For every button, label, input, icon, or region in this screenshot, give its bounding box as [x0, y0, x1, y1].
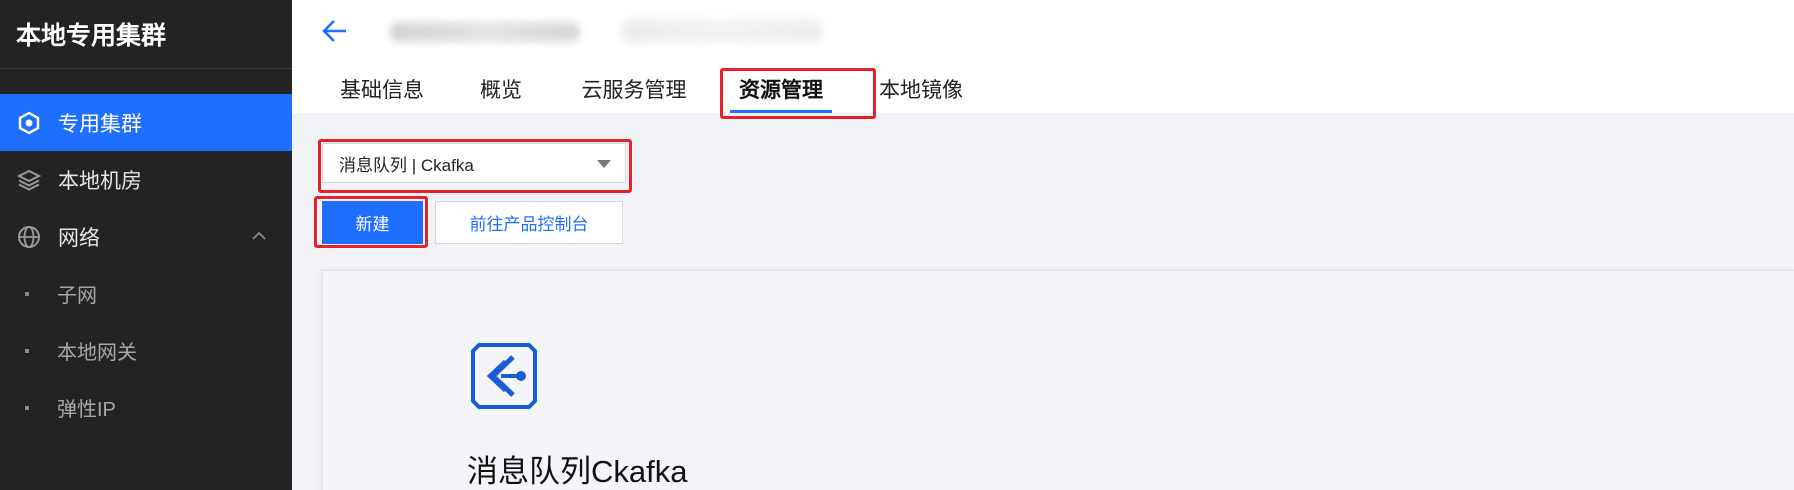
service-select[interactable]: 消息队列 | Ckafka — [322, 143, 626, 183]
tab-resource-management[interactable]: 资源管理 — [730, 68, 832, 113]
sidebar-title: 本地专用集群 — [0, 0, 292, 69]
sidebar-nav: 专用集群 本地机房 网络 子网 本地网关 弹性IP — [0, 69, 292, 436]
app-root: 本地专用集群 专用集群 本地机房 网络 子网 本地网关 弹性IP 基础信息 概览… — [0, 0, 1794, 490]
globe-icon — [16, 224, 42, 250]
sidebar-subitem-elastic-ip[interactable]: 弹性IP — [0, 379, 292, 436]
redacted-cluster-id — [622, 20, 822, 42]
sidebar-item-label: 网络 — [58, 226, 100, 250]
service-select-value: 消息队列 | Ckafka — [339, 155, 474, 175]
sidebar-item-network[interactable]: 网络 — [0, 208, 292, 265]
bullet-icon — [25, 291, 29, 296]
cluster-icon — [16, 110, 42, 136]
tab-cloud-service[interactable]: 云服务管理 — [578, 68, 690, 113]
bullet-icon — [25, 348, 29, 353]
main-content: 消息队列 | Ckafka 新建 前往产品控制台 消息队列Ckafka — [292, 113, 1794, 490]
layers-icon — [16, 167, 42, 193]
product-card: 消息队列Ckafka — [322, 270, 1794, 490]
sidebar: 本地专用集群 专用集群 本地机房 网络 子网 本地网关 弹性IP — [0, 0, 292, 490]
tab-basic-info[interactable]: 基础信息 — [336, 68, 428, 113]
tab-overview[interactable]: 概览 — [478, 68, 524, 113]
caret-down-icon — [597, 160, 611, 168]
sidebar-subitem-subnet[interactable]: 子网 — [0, 265, 292, 322]
product-name: 消息队列Ckafka — [467, 454, 688, 489]
page-header: 基础信息 概览 云服务管理 资源管理 本地镜像 — [292, 0, 1794, 113]
redacted-cluster-name — [390, 22, 580, 42]
sidebar-item-dedicated-cluster[interactable]: 专用集群 — [0, 94, 292, 151]
sidebar-subitem-label: 弹性IP — [57, 399, 116, 421]
new-button[interactable]: 新建 — [322, 201, 423, 244]
back-arrow-icon[interactable] — [320, 16, 350, 46]
sidebar-subitem-local-gateway[interactable]: 本地网关 — [0, 322, 292, 379]
sidebar-item-local-datacenter[interactable]: 本地机房 — [0, 151, 292, 208]
tab-bar: 基础信息 概览 云服务管理 资源管理 本地镜像 — [292, 68, 964, 113]
sidebar-item-label: 本地机房 — [58, 169, 142, 193]
ckafka-icon — [471, 343, 537, 409]
sidebar-subitem-label: 本地网关 — [57, 342, 137, 364]
sidebar-subitem-label: 子网 — [57, 285, 97, 307]
bullet-icon — [25, 405, 29, 410]
go-to-console-button[interactable]: 前往产品控制台 — [435, 201, 623, 244]
sidebar-item-label: 专用集群 — [58, 112, 142, 136]
tab-local-image[interactable]: 本地镜像 — [878, 68, 964, 113]
tab-label: 资源管理 — [739, 79, 823, 102]
chevron-up-icon[interactable] — [252, 231, 266, 241]
